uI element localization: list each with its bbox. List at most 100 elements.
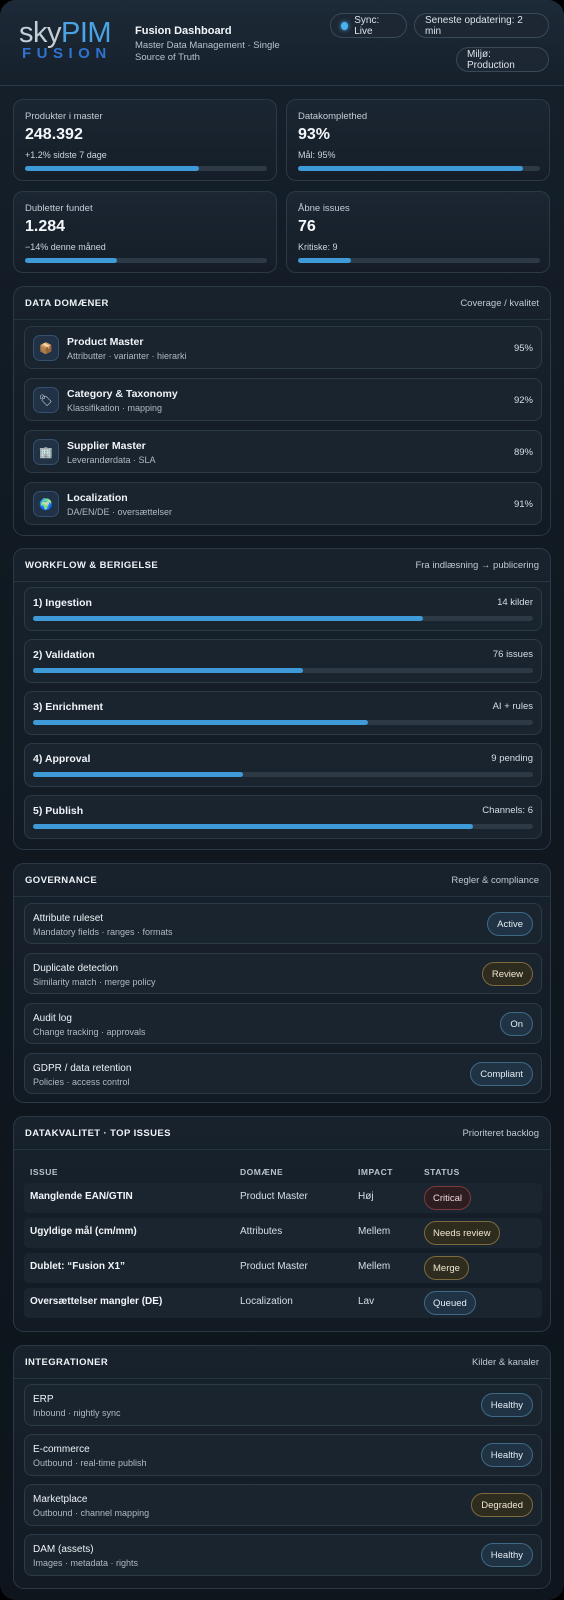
kpi-progress-fill <box>25 258 117 263</box>
step-name: 5) Publish <box>33 805 84 817</box>
workflow-step-enrichment[interactable]: 3) Enrichment AI + rules <box>24 691 542 735</box>
logo-fusion: FUSION <box>22 45 112 62</box>
governance-item-duplicate-detection[interactable]: Duplicate detection Similarity match · m… <box>24 953 542 994</box>
workflow-step-validation[interactable]: 2) Validation 76 issues <box>24 639 542 683</box>
step-name: 4) Approval <box>33 753 91 765</box>
domain-item-product-master[interactable]: 📦 Product Master Attributter · varianter… <box>24 326 542 369</box>
kpi-card-open-issues[interactable]: Åbne issues 76 Kritiske: 9 <box>286 191 550 273</box>
section-title: DATAKVALITET · TOP ISSUES <box>25 1128 171 1139</box>
environment-pill[interactable]: Miljø: Production <box>456 47 549 72</box>
integration-item-erp[interactable]: ERP Inbound · nightly sync Healthy <box>24 1384 542 1426</box>
domain-sub: Leverandørdata · SLA <box>67 455 156 465</box>
domain-sub: DA/EN/DE · oversættelser <box>67 507 173 517</box>
status-badge[interactable]: Healthy <box>480 1393 533 1417</box>
kpi-value: 76 <box>298 218 316 235</box>
domain-name: Product Master <box>67 336 144 348</box>
sync-status-pill[interactable]: Sync: Live <box>330 13 407 38</box>
step-progress-bar <box>33 668 533 673</box>
governance-item-gdpr[interactable]: GDPR / data retention Policies · access … <box>24 1053 542 1094</box>
status-badge[interactable]: Healthy <box>480 1443 533 1467</box>
kpi-progress-fill <box>298 258 352 263</box>
workflow-step-ingestion[interactable]: 1) Ingestion 14 kilder <box>24 587 542 631</box>
section-title: GOVERNANCE <box>25 875 98 886</box>
step-progress-fill <box>33 720 368 725</box>
status-badge[interactable]: Compliant <box>470 1062 533 1086</box>
governance-name: Duplicate detection <box>33 963 119 974</box>
governance-item-audit-log[interactable]: Audit log Change tracking · approvals On <box>24 1003 542 1044</box>
integration-item-ecommerce[interactable]: E-commerce Outbound · real-time publish … <box>24 1434 542 1476</box>
issue-cell: Ugyldige mål (cm/mm) <box>30 1226 137 1237</box>
column-header-issue[interactable]: ISSUE <box>30 1167 58 1177</box>
status-badge[interactable]: Queued <box>424 1291 476 1315</box>
section-divider <box>14 1149 550 1150</box>
app-window: skyPIM FUSION Fusion Dashboard Master Da… <box>0 0 564 1600</box>
kpi-value: 93% <box>298 126 331 143</box>
last-update-pill[interactable]: Seneste opdatering: 2 min <box>414 13 549 38</box>
impact-cell: Høj <box>358 1191 374 1202</box>
table-row[interactable]: Dublet: “Fusion X1” Product Master Melle… <box>24 1253 542 1283</box>
domain-item-category-taxonomy[interactable]: 🏷 Category & Taxonomy Klassifikation · m… <box>24 378 542 421</box>
table-row[interactable]: Ugyldige mål (cm/mm) Attributes Mellem N… <box>24 1218 542 1248</box>
status-badge[interactable]: Merge <box>424 1256 469 1280</box>
impact-cell: Mellem <box>358 1226 391 1237</box>
step-info: 76 issues <box>492 649 533 660</box>
domain-item-localization[interactable]: 🌍 Localization DA/EN/DE · oversættelser … <box>24 482 542 525</box>
kpi-value: 1.284 <box>25 218 66 235</box>
status-badge[interactable]: Active <box>487 912 533 936</box>
integrations-section: INTEGRATIONER Kilder & kanaler ERP Inbou… <box>13 1345 551 1589</box>
governance-name: Audit log <box>33 1013 72 1024</box>
sync-status-label: Sync: Live <box>354 14 380 37</box>
section-title: INTEGRATIONER <box>25 1357 109 1368</box>
kpi-progress-fill <box>25 166 200 171</box>
impact-cell: Lav <box>358 1296 375 1307</box>
kpi-label: Datakomplethed <box>298 111 368 122</box>
governance-section: GOVERNANCE Regler & compliance Attribute… <box>13 863 551 1103</box>
governance-sub: Policies · access control <box>33 1077 130 1087</box>
step-name: 3) Enrichment <box>33 701 104 713</box>
column-header-status[interactable]: STATUS <box>424 1167 460 1177</box>
kpi-progress-bar <box>298 258 540 263</box>
governance-sub: Mandatory fields · ranges · formats <box>33 927 173 937</box>
kpi-card-completeness[interactable]: Datakomplethed 93% Mål: 95% <box>286 99 550 181</box>
integration-item-marketplace[interactable]: Marketplace Outbound · channel mapping D… <box>24 1484 542 1526</box>
kpi-sub: Mål: 95% <box>298 150 336 160</box>
step-info: 9 pending <box>491 753 533 764</box>
step-progress-fill <box>33 668 303 673</box>
domain-name: Supplier Master <box>67 440 146 452</box>
status-badge[interactable]: Review <box>481 962 533 986</box>
domain-cell: Localization <box>240 1296 293 1307</box>
column-header-domain[interactable]: DOMÆNE <box>240 1167 283 1177</box>
integration-sub: Images · metadata · rights <box>33 1558 139 1568</box>
workflow-step-publish[interactable]: 5) Publish Channels: 6 <box>24 795 542 839</box>
workflow-step-approval[interactable]: 4) Approval 9 pending <box>24 743 542 787</box>
status-badge[interactable]: On <box>500 1012 533 1036</box>
kpi-progress-fill <box>298 166 524 171</box>
section-caption: Kilder & kanaler <box>471 1357 539 1368</box>
table-row[interactable]: Manglende EAN/GTIN Product Master Høj Cr… <box>24 1183 542 1213</box>
domain-cell: Product Master <box>240 1261 308 1272</box>
data-domains-section: DATA DOMÆNER Coverage / kvalitet 📦 Produ… <box>13 286 551 536</box>
page-title: Fusion Dashboard <box>135 25 232 37</box>
table-row[interactable]: Oversættelser mangler (DE) Localization … <box>24 1288 542 1318</box>
section-caption: Fra indlæsning → publicering <box>415 560 539 571</box>
status-badge[interactable]: Degraded <box>471 1493 533 1517</box>
integration-item-dam[interactable]: DAM (assets) Images · metadata · rights … <box>24 1534 542 1576</box>
kpi-progress-bar <box>298 166 540 171</box>
step-progress-bar <box>33 720 533 725</box>
box-icon: 📦 <box>33 335 59 361</box>
status-badge[interactable]: Healthy <box>480 1543 533 1567</box>
domain-coverage: 95% <box>513 343 533 354</box>
section-divider <box>14 319 550 320</box>
kpi-label: Dubletter fundet <box>25 203 93 214</box>
logo: skyPIM FUSION <box>19 18 119 61</box>
kpi-card-duplicates[interactable]: Dubletter fundet 1.284 −14% denne måned <box>13 191 277 273</box>
kpi-sub: −14% denne måned <box>25 242 106 252</box>
status-badge[interactable]: Critical <box>424 1186 472 1210</box>
status-badge[interactable]: Needs review <box>424 1221 500 1245</box>
domain-item-supplier-master[interactable]: 🏢 Supplier Master Leverandørdata · SLA 8… <box>24 430 542 473</box>
step-info: 14 kilder <box>497 597 533 608</box>
issue-cell: Dublet: “Fusion X1” <box>30 1261 125 1272</box>
governance-item-attribute-ruleset[interactable]: Attribute ruleset Mandatory fields · ran… <box>24 903 542 944</box>
kpi-card-products[interactable]: Produkter i master 248.392 +1.2% sidste … <box>13 99 277 181</box>
column-header-impact[interactable]: IMPACT <box>358 1167 393 1177</box>
